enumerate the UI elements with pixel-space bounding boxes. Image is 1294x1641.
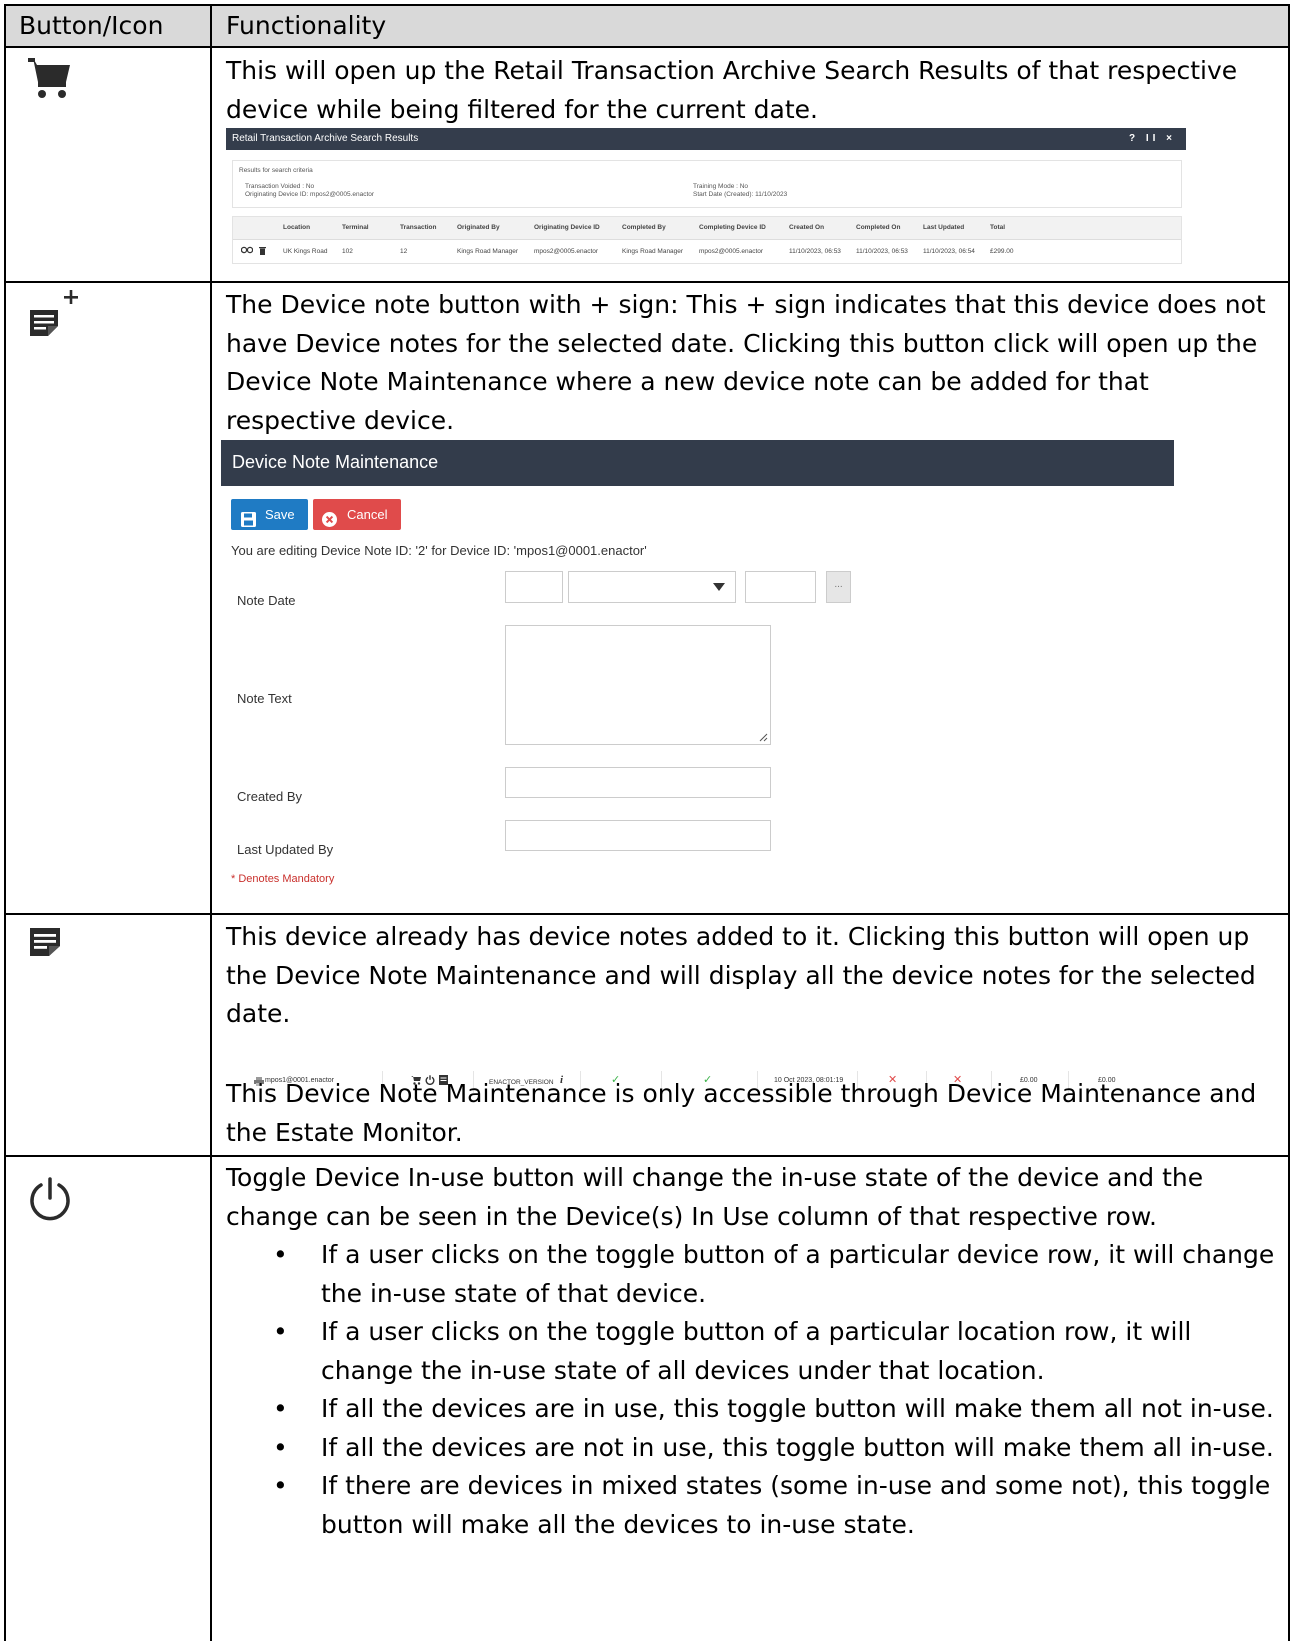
last-updated-by-input[interactable] [505, 820, 771, 851]
list-item: If there are devices in mixed states (so… [226, 1467, 1284, 1544]
rta-col-originated-by: Originated By [457, 224, 500, 231]
rta-cell: 102 [342, 248, 353, 255]
rta-cell: Kings Road Manager [622, 248, 684, 255]
device-note-icon[interactable] [28, 926, 64, 962]
date-picker-button[interactable]: ... [826, 571, 851, 603]
save-button[interactable]: Save [231, 499, 308, 530]
row4-intro: Toggle Device In-use button will change … [226, 1163, 1204, 1231]
created-by-input[interactable] [505, 767, 771, 798]
row2-description: The Device note button with + sign: This… [226, 290, 1266, 435]
device-note-add-icon[interactable] [28, 286, 92, 354]
rta-training: Training Mode : No [693, 183, 749, 190]
rta-col-originating-device: Originating Device ID [534, 224, 600, 231]
cancel-label: Cancel [347, 507, 388, 522]
close-circle-icon [322, 507, 337, 538]
table-header [6, 4, 1288, 46]
rta-col-terminal: Terminal [342, 224, 369, 231]
note-text-textarea[interactable] [505, 625, 771, 745]
rta-col-last-updated: Last Updated [923, 224, 965, 231]
row3-note: This Device Note Maintenance is only acc… [226, 1079, 1257, 1147]
note-date-day-input[interactable] [505, 571, 563, 603]
rta-col-completing-device: Completing Device ID [699, 224, 766, 231]
rta-cell: 11/10/2023, 06:53 [789, 248, 841, 255]
cancel-button[interactable]: Cancel [313, 499, 401, 530]
note-date-label: Note Date [237, 593, 296, 608]
floppy-disk-icon [241, 507, 256, 538]
row4-bullets: If a user clicks on the toggle button of… [226, 1236, 1284, 1544]
rta-origin-device: Originating Device ID: mpos2@0005.enacto… [245, 191, 375, 198]
rta-results-table: Location Terminal Transaction Originated… [232, 216, 1182, 264]
rta-cell: £299.00 [990, 248, 1014, 255]
power-icon[interactable] [26, 1176, 74, 1228]
note-date-month-select[interactable] [568, 571, 736, 603]
rta-window-controls: ? II × [1128, 133, 1176, 144]
rta-title-bar: Retail Transaction Archive Search Result… [226, 128, 1186, 150]
binoculars-icon[interactable] [240, 246, 254, 256]
rta-col-completed-on: Completed On [856, 224, 901, 231]
save-label: Save [265, 507, 295, 522]
rta-cell: 12 [400, 248, 408, 255]
dnm-title-bar: Device Note Maintenance [221, 440, 1174, 486]
list-item: If all the devices are in use, this togg… [226, 1390, 1284, 1429]
trash-icon[interactable] [259, 246, 266, 257]
rta-title: Retail Transaction Archive Search Result… [232, 133, 419, 144]
functionality-table: Button/Icon Functionality This will open… [4, 4, 1290, 1641]
dnm-edit-info: You are editing Device Note ID: '2' for … [231, 543, 647, 558]
shopping-cart-icon[interactable] [28, 56, 72, 104]
note-text-label: Note Text [237, 691, 292, 706]
resize-handle-icon[interactable] [759, 733, 768, 742]
rta-cell: 11/10/2023, 06:54 [923, 248, 975, 255]
row1-description: This will open up the Retail Transaction… [226, 56, 1238, 124]
rta-criteria-panel: Results for search criteria Transaction … [232, 160, 1182, 208]
rta-voided: Transaction Voided : No [245, 183, 315, 190]
mandatory-note: * Denotes Mandatory [231, 873, 335, 885]
rta-table-header: Location Terminal Transaction Originated… [233, 217, 1181, 240]
chevron-down-icon [713, 583, 725, 591]
created-by-label: Created By [237, 789, 303, 804]
rta-cell: 11/10/2023, 06:53 [856, 248, 908, 255]
note-date-year-input[interactable] [745, 571, 816, 603]
rta-cell: mpos2@0005.enactor [534, 248, 599, 255]
rta-cell: UK Kings Road [283, 248, 328, 255]
dnm-title: Device Note Maintenance [232, 452, 439, 472]
rta-cell: mpos2@0005.enactor [699, 248, 764, 255]
list-item: If a user clicks on the toggle button of… [226, 1313, 1284, 1390]
rta-col-location: Location [283, 224, 311, 231]
header-functionality: Functionality [226, 11, 387, 40]
rta-col-created-on: Created On [789, 224, 825, 231]
rta-col-transaction: Transaction [400, 224, 437, 231]
row4-description: Toggle Device In-use button will change … [226, 1159, 1284, 1544]
rta-cell: Kings Road Manager [457, 248, 519, 255]
list-item: If a user clicks on the toggle button of… [226, 1236, 1284, 1313]
rta-start-date: Start Date (Created): 11/10/2023 [693, 191, 788, 198]
device-note-maintenance-screenshot: Device Note Maintenance Save Cancel You … [221, 440, 1174, 900]
last-updated-by-label: Last Updated By [237, 842, 334, 857]
retail-transaction-screenshot: Retail Transaction Archive Search Result… [226, 128, 1186, 278]
list-item: If all the devices are not in use, this … [226, 1429, 1284, 1468]
rta-col-total: Total [990, 224, 1006, 231]
header-button-icon: Button/Icon [19, 11, 164, 40]
row3-description: This device already has device notes add… [226, 922, 1256, 1028]
rta-col-completed-by: Completed By [622, 224, 666, 231]
rta-criteria-label: Results for search criteria [239, 167, 313, 174]
